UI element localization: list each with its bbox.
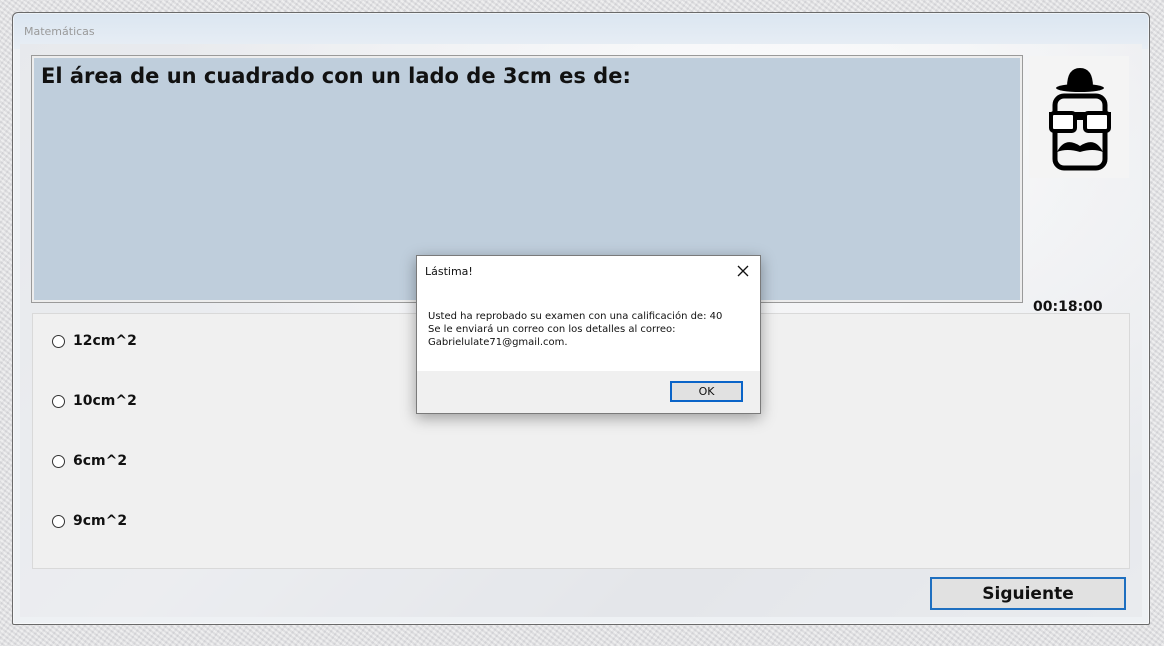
radio-button[interactable] bbox=[52, 514, 65, 528]
window-title: Matemáticas bbox=[24, 25, 95, 38]
dialog-title: Lástima! bbox=[425, 265, 473, 278]
avatar bbox=[1029, 56, 1129, 178]
option-1[interactable]: 12cm^2 bbox=[52, 333, 137, 349]
radio-button[interactable] bbox=[52, 394, 65, 408]
ok-button[interactable]: OK bbox=[670, 381, 743, 402]
dialog-message: Usted ha reprobado su examen con una cal… bbox=[428, 310, 748, 349]
option-3[interactable]: 6cm^2 bbox=[52, 453, 127, 469]
dialog-message-line: Gabrielulate71@gmail.com. bbox=[428, 337, 568, 348]
radio-button[interactable] bbox=[52, 334, 65, 348]
dialog-message-line: Usted ha reprobado su examen con una cal… bbox=[428, 311, 723, 322]
option-label: 12cm^2 bbox=[73, 333, 137, 349]
dialog-message-line: Se le enviará un correo con los detalles… bbox=[428, 324, 676, 335]
close-icon bbox=[737, 265, 749, 277]
close-button[interactable] bbox=[732, 260, 754, 282]
next-button[interactable]: Siguiente bbox=[930, 577, 1126, 610]
option-label: 6cm^2 bbox=[73, 453, 128, 469]
radio-button[interactable] bbox=[52, 454, 65, 468]
dialog-footer: OK bbox=[417, 371, 760, 413]
question-text: El área de un cuadrado con un lado de 3c… bbox=[41, 64, 631, 88]
option-4[interactable]: 9cm^2 bbox=[52, 513, 127, 529]
option-label: 10cm^2 bbox=[73, 393, 137, 409]
hat-glasses-mustache-icon bbox=[1049, 68, 1111, 171]
option-2[interactable]: 10cm^2 bbox=[52, 393, 137, 409]
message-dialog: Lástima! Usted ha reprobado su examen co… bbox=[416, 255, 761, 414]
option-label: 9cm^2 bbox=[73, 513, 128, 529]
